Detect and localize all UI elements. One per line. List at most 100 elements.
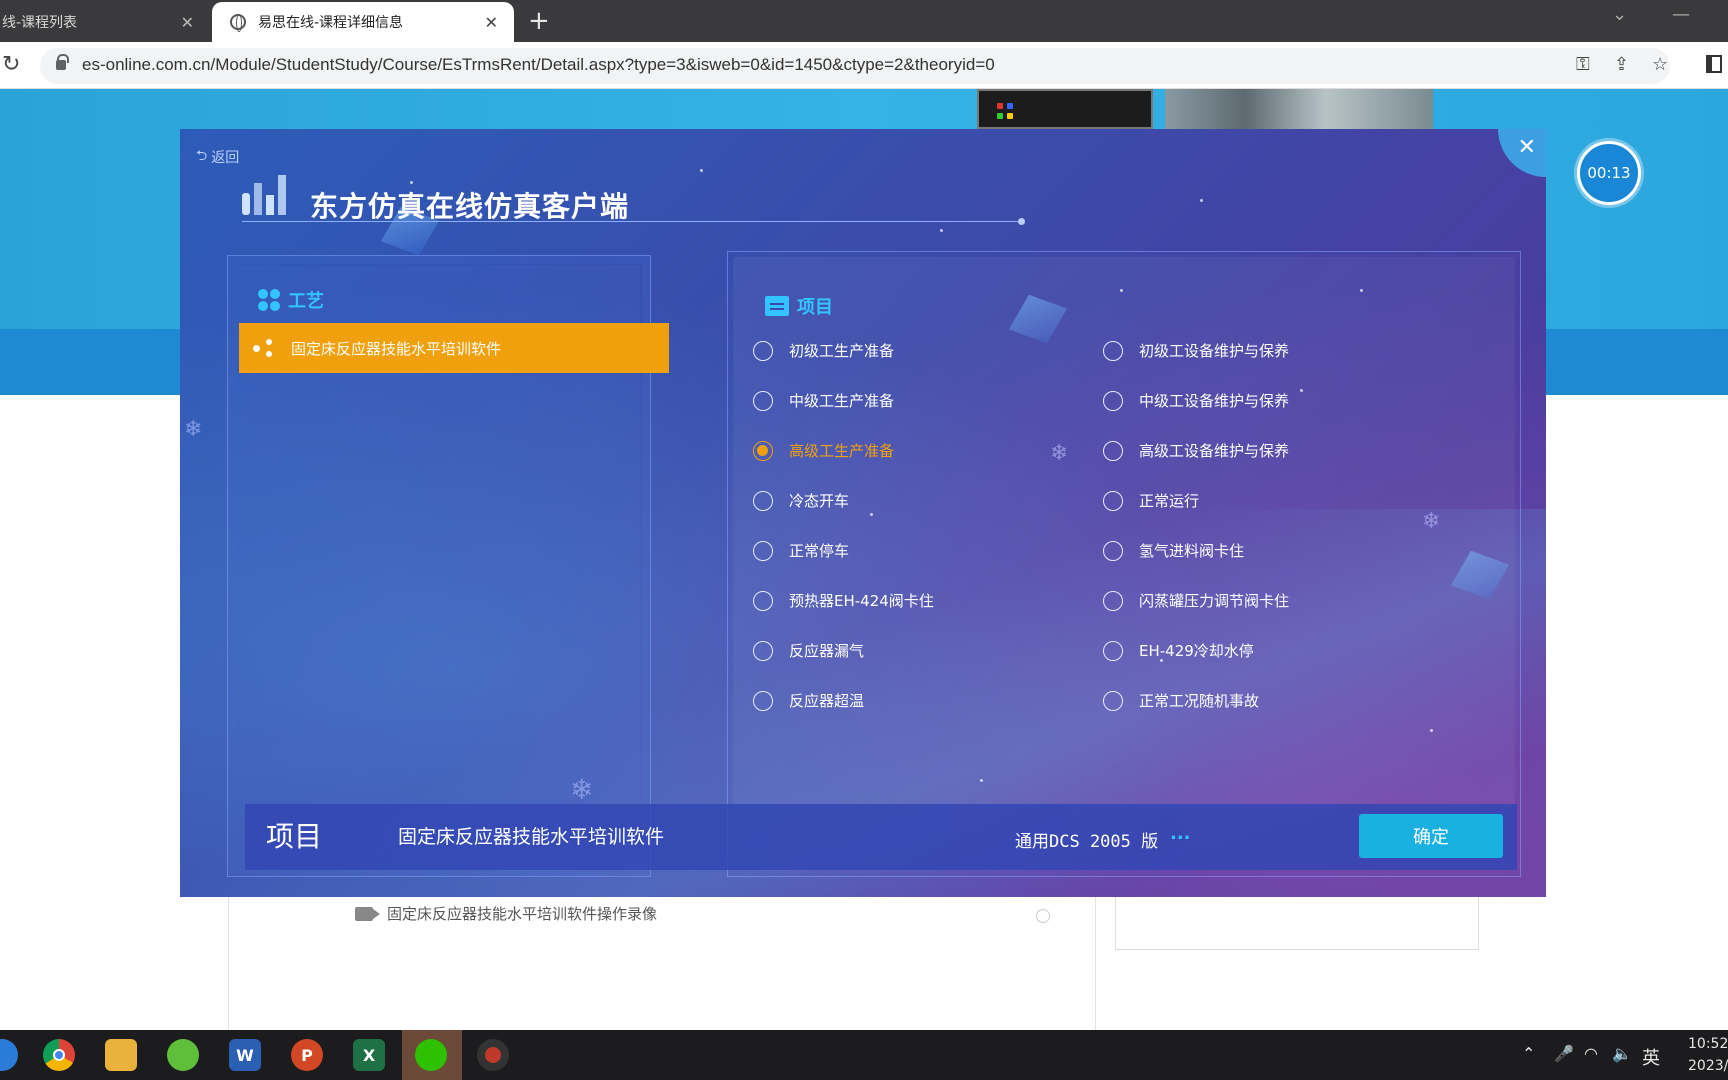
radio-button[interactable] xyxy=(753,390,773,411)
tab-title: 易思在线-课程详细信息 xyxy=(258,15,404,31)
tab-close-icon[interactable]: ✕ xyxy=(181,13,194,32)
process-node-icon xyxy=(253,339,275,357)
video-item-label: 固定床反应器技能水平培训软件操作录像 xyxy=(387,905,658,923)
radio-button-checked[interactable] xyxy=(753,440,773,461)
dialog-close-button[interactable]: ✕ xyxy=(1498,129,1546,177)
back-label: 返回 xyxy=(211,150,240,166)
project-option[interactable]: 反应器漏气 xyxy=(753,640,864,661)
process-heading-label: 工艺 xyxy=(288,291,324,312)
footer-selected-name: 固定床反应器技能水平培训软件 xyxy=(398,826,665,848)
video-list-item[interactable]: 固定床反应器技能水平培训软件操作录像 xyxy=(355,903,657,924)
lock-icon[interactable] xyxy=(56,54,69,70)
process-item[interactable]: 固定床反应器技能水平培训软件 xyxy=(239,323,669,373)
sidebar-icon[interactable] xyxy=(1706,55,1722,73)
project-option[interactable]: 正常停车 xyxy=(753,540,849,561)
file-explorer-icon[interactable] xyxy=(105,1039,137,1071)
side-info-box xyxy=(1115,895,1479,950)
chevron-up-icon[interactable]: ⌃ xyxy=(1522,1044,1535,1063)
project-option-selected[interactable]: 高级工生产准备 xyxy=(753,440,894,461)
address-bar[interactable]: es-online.com.cn/Module/StudentStudy/Cou… xyxy=(40,48,1670,84)
radio-button[interactable] xyxy=(753,340,773,361)
footer-label: 项目 xyxy=(266,820,323,853)
radio-button[interactable] xyxy=(1103,490,1123,511)
process-item-label: 固定床反应器技能水平培训软件 xyxy=(291,339,502,358)
chrome-icon[interactable] xyxy=(43,1039,75,1071)
project-option[interactable]: 正常工况随机事故 xyxy=(1103,690,1259,711)
confirm-button[interactable]: 确定 xyxy=(1359,814,1503,858)
project-option[interactable]: 正常运行 xyxy=(1103,490,1199,511)
clover-icon xyxy=(258,289,280,311)
tab-title: 线-课程列表 xyxy=(2,15,78,31)
project-heading-label: 项目 xyxy=(797,297,833,318)
tab-close-icon[interactable]: ✕ xyxy=(485,13,498,32)
windows-taskbar: W P X ⌃ 🎤 ◠ 🔈 英 10:52 2023/3 xyxy=(0,1030,1728,1080)
project-option[interactable]: 闪蒸罐压力调节阀卡住 xyxy=(1103,590,1289,611)
radio-button[interactable] xyxy=(1103,390,1123,411)
tab-course-detail[interactable]: 易思在线-课程详细信息 ✕ xyxy=(212,2,514,42)
system-clock[interactable]: 10:52 2023/3 xyxy=(1688,1033,1728,1077)
project-option[interactable]: 初级工生产准备 xyxy=(753,340,894,361)
url-text[interactable]: es-online.com.cn/Module/StudentStudy/Cou… xyxy=(82,55,995,75)
browser-tab-bar: 线-课程列表 ✕ 易思在线-课程详细信息 ✕ + ⌄ — xyxy=(0,0,1728,42)
version-more-button[interactable]: ... xyxy=(1170,823,1191,844)
radio-button[interactable] xyxy=(753,490,773,511)
share-icon[interactable]: ⇪ xyxy=(1614,54,1629,75)
radio-button[interactable] xyxy=(753,540,773,561)
process-heading: 工艺 xyxy=(258,287,324,313)
project-option[interactable]: 预热器EH-424阀卡住 xyxy=(753,590,934,611)
radio-button[interactable] xyxy=(1103,690,1123,711)
address-bar-row: ↻ es-online.com.cn/Module/StudentStudy/C… xyxy=(0,42,1728,89)
microphone-icon[interactable]: 🎤 xyxy=(1554,1044,1574,1063)
footer-version: 通用DCS 2005 版 xyxy=(1015,832,1159,852)
video-camera-icon xyxy=(355,906,380,921)
radio-button[interactable] xyxy=(1103,340,1123,361)
clock-date: 2023/3 xyxy=(1688,1058,1728,1074)
project-option[interactable]: EH-429冷却水停 xyxy=(1103,640,1254,661)
ime-indicator[interactable]: 英 xyxy=(1642,1044,1660,1070)
dialog-title: 东方仿真在线仿真客户端 xyxy=(310,190,630,223)
radio-button[interactable] xyxy=(1103,540,1123,561)
radio-button[interactable] xyxy=(753,590,773,611)
back-arrow-icon: ⮌ xyxy=(196,148,208,164)
radio-button[interactable] xyxy=(1103,440,1123,461)
speaker-icon[interactable]: 🔈 xyxy=(1612,1044,1632,1063)
project-option[interactable]: 初级工设备维护与保养 xyxy=(1103,340,1289,361)
key-icon[interactable]: ⚿ xyxy=(1576,54,1590,75)
project-heading: 项目 xyxy=(765,293,833,319)
project-option[interactable]: 反应器超温 xyxy=(753,690,864,711)
radio-button[interactable] xyxy=(753,640,773,661)
back-link[interactable]: ⮌ 返回 xyxy=(196,145,239,169)
project-option[interactable]: 冷态开车 xyxy=(753,490,849,511)
powerpoint-icon[interactable]: P xyxy=(291,1039,323,1071)
timer-badge: 00:13 xyxy=(1577,141,1641,205)
project-option[interactable]: 中级工生产准备 xyxy=(753,390,894,411)
radio-button[interactable] xyxy=(1103,590,1123,611)
project-option[interactable]: 氢气进料阀卡住 xyxy=(1103,540,1244,561)
minimize-icon[interactable]: — xyxy=(1672,4,1690,25)
radio-button[interactable] xyxy=(1103,640,1123,661)
course-thumbnail-dcs xyxy=(977,89,1153,129)
new-tab-button[interactable]: + xyxy=(528,6,550,36)
word-icon[interactable]: W xyxy=(229,1039,261,1071)
app-icon[interactable] xyxy=(477,1039,509,1071)
simulation-client-dialog: ❄ ❄ ❄ ❄ ⮌ 返回 ✕ 东方仿真在线仿真客户端 工艺 固定床反应器技能水平… xyxy=(180,129,1546,897)
star-icon[interactable]: ☆ xyxy=(1652,54,1668,75)
network-icon[interactable]: ◠ xyxy=(1584,1044,1598,1063)
tab-course-list[interactable]: 线-课程列表 ✕ xyxy=(0,2,210,42)
clock-time: 10:52 xyxy=(1688,1036,1728,1052)
globe-icon xyxy=(230,14,246,32)
wechat-icon[interactable] xyxy=(415,1039,447,1071)
folder-icon xyxy=(765,296,789,316)
media-icon[interactable] xyxy=(167,1039,199,1071)
course-thumbnail-plant xyxy=(1165,89,1433,129)
project-option[interactable]: 中级工设备维护与保养 xyxy=(1103,390,1289,411)
title-divider xyxy=(242,218,1025,225)
project-option[interactable]: 高级工设备维护与保养 xyxy=(1103,440,1289,461)
simulation-logo-icon xyxy=(242,175,286,217)
video-status-icon xyxy=(1036,909,1050,923)
excel-icon[interactable]: X xyxy=(353,1039,385,1071)
radio-button[interactable] xyxy=(753,690,773,711)
edge-icon[interactable] xyxy=(0,1039,18,1071)
reload-icon[interactable]: ↻ xyxy=(2,52,20,77)
chevron-down-icon[interactable]: ⌄ xyxy=(1612,4,1627,25)
